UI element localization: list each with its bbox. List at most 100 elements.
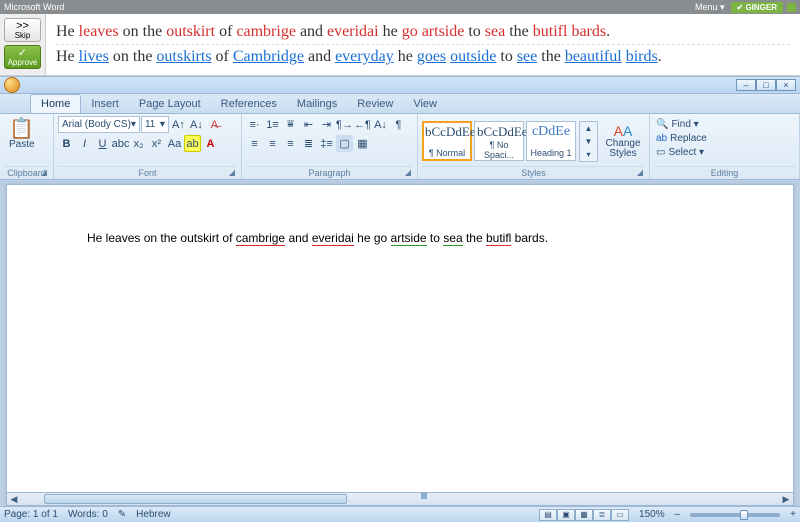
highlight-icon[interactable]: ab (184, 135, 201, 152)
suggestion-word[interactable]: Cambridge (233, 48, 304, 65)
tab-view[interactable]: View (403, 95, 447, 113)
style--no-spaci-[interactable]: bCcDdEe¶ No Spaci... (474, 121, 524, 161)
decrease-indent-icon[interactable]: ⇤ (300, 116, 317, 133)
skip-button[interactable]: >> Skip (4, 18, 41, 42)
office-button[interactable] (4, 77, 20, 93)
web-layout-view-icon[interactable]: ▦ (575, 509, 593, 521)
replace-button[interactable]: ab Replace (654, 132, 709, 145)
document-page[interactable]: He leaves on the outskirt of cambrige an… (6, 184, 794, 506)
zoom-in-icon[interactable]: + (790, 509, 796, 520)
strike-icon[interactable]: abc (112, 135, 129, 152)
text-run[interactable]: to (427, 231, 444, 245)
font-size-select[interactable]: 11▾ (141, 116, 169, 133)
sort-icon[interactable]: A↓ (372, 116, 389, 133)
change-case-icon[interactable]: Aa (166, 135, 183, 152)
misspelled-word[interactable]: artside (391, 231, 427, 246)
misspelled-word[interactable]: everidai (312, 231, 354, 246)
rtl-icon[interactable]: ←¶ (354, 116, 371, 133)
restore-button[interactable]: □ (756, 79, 776, 91)
text-run[interactable]: and (285, 231, 312, 245)
suggestion-word[interactable]: see (517, 48, 537, 65)
status-page[interactable]: Page: 1 of 1 (4, 509, 58, 520)
scroll-thumb[interactable] (44, 494, 347, 504)
numbering-icon[interactable]: 1≡ (264, 116, 281, 133)
full-screen-view-icon[interactable]: ▣ (557, 509, 575, 521)
line-spacing-icon[interactable]: ‡≡ (318, 135, 335, 152)
tab-page-layout[interactable]: Page Layout (129, 95, 211, 113)
document-body-text[interactable]: He leaves on the outskirt of cambrige an… (87, 229, 733, 247)
bullets-icon[interactable]: ≡· (246, 116, 263, 133)
find-button[interactable]: 🔍 Find ▾ (654, 118, 701, 131)
italic-icon[interactable]: I (76, 135, 93, 152)
select-button[interactable]: ▭ Select ▾ (654, 146, 706, 159)
increase-indent-icon[interactable]: ⇥ (318, 116, 335, 133)
outline-view-icon[interactable]: ≣ (593, 509, 611, 521)
tab-mailings[interactable]: Mailings (287, 95, 347, 113)
shrink-font-icon[interactable]: A↓ (188, 116, 205, 133)
text-run[interactable]: bards. (511, 231, 548, 245)
ginger-window-icon[interactable] (787, 3, 796, 12)
tab-insert[interactable]: Insert (81, 95, 129, 113)
style-heading-1[interactable]: cDdEeHeading 1 (526, 121, 576, 161)
text-run[interactable]: the (463, 231, 486, 245)
suggestion-word[interactable]: birds (626, 48, 658, 65)
styles-scroll-up-icon[interactable]: ▲ (580, 122, 597, 135)
misspelled-word[interactable]: sea (443, 231, 462, 246)
proofing-icon[interactable]: ✎ (118, 509, 126, 520)
font-color-icon[interactable]: A (202, 135, 219, 152)
misspelled-word[interactable]: cambrige (236, 231, 285, 246)
horizontal-scrollbar[interactable]: ◀ ▶ (6, 492, 794, 506)
suggestion-word[interactable]: outside (450, 48, 496, 65)
styles-launcher-icon[interactable]: ◢ (637, 168, 643, 177)
multilevel-icon[interactable]: ⩸ (282, 116, 299, 133)
zoom-slider-knob[interactable] (740, 510, 748, 520)
paste-button[interactable]: 📋 Paste (4, 116, 40, 153)
styles-scroll-down-icon[interactable]: ▼ (580, 135, 597, 148)
ltr-icon[interactable]: ¶→ (336, 116, 353, 133)
zoom-level[interactable]: 150% (639, 509, 665, 520)
status-language[interactable]: Hebrew (136, 509, 170, 520)
justify-icon[interactable]: ≣ (300, 135, 317, 152)
scroll-right-icon[interactable]: ▶ (779, 494, 793, 505)
paragraph-launcher-icon[interactable]: ◢ (405, 168, 411, 177)
clear-formatting-icon[interactable]: A̶ (206, 116, 223, 133)
scroll-left-icon[interactable]: ◀ (7, 494, 21, 505)
superscript-icon[interactable]: x² (148, 135, 165, 152)
minimize-button[interactable]: – (736, 79, 756, 91)
suggestion-word[interactable]: everyday (335, 48, 394, 65)
font-family-select[interactable]: Arial (Body CS)▾ (58, 116, 140, 133)
ginger-menu[interactable]: Menu ▾ (695, 2, 725, 13)
status-words[interactable]: Words: 0 (68, 509, 108, 520)
draft-view-icon[interactable]: ▭ (611, 509, 629, 521)
zoom-slider[interactable] (690, 513, 780, 517)
tab-home[interactable]: Home (30, 94, 81, 113)
clipboard-launcher-icon[interactable]: ◢ (41, 168, 47, 177)
borders-icon[interactable]: ▦ (354, 135, 371, 152)
change-styles-button[interactable]: AA Change Styles (601, 121, 645, 161)
suggestion-word[interactable]: outskirts (156, 48, 211, 65)
align-right-icon[interactable]: ≡ (282, 135, 299, 152)
grow-font-icon[interactable]: A↑ (170, 116, 187, 133)
align-left-icon[interactable]: ≡ (246, 135, 263, 152)
subscript-icon[interactable]: x₂ (130, 135, 147, 152)
font-launcher-icon[interactable]: ◢ (229, 168, 235, 177)
styles-expand-icon[interactable]: ▾ (580, 148, 597, 161)
zoom-out-icon[interactable]: – (675, 509, 681, 520)
scroll-track[interactable] (21, 493, 779, 505)
suggestion-word[interactable]: beautiful (565, 48, 622, 65)
tab-review[interactable]: Review (347, 95, 403, 113)
styles-gallery[interactable]: bCcDdEe¶ NormalbCcDdEe¶ No Spaci...cDdEe… (422, 121, 576, 161)
text-run[interactable]: he go (354, 231, 391, 245)
tab-references[interactable]: References (211, 95, 287, 113)
bold-icon[interactable]: B (58, 135, 75, 152)
show-marks-icon[interactable]: ¶ (390, 116, 407, 133)
suggested-sentence[interactable]: He lives on the outskirts of Cambridge a… (56, 44, 790, 69)
misspelled-word[interactable]: butifl (486, 231, 511, 246)
approve-button[interactable]: ✓ Approve (4, 45, 41, 69)
underline-icon[interactable]: U (94, 135, 111, 152)
suggestion-word[interactable]: goes (417, 48, 446, 65)
shading-icon[interactable]: ▢ (336, 135, 353, 152)
close-button[interactable]: × (776, 79, 796, 91)
align-center-icon[interactable]: ≡ (264, 135, 281, 152)
print-layout-view-icon[interactable]: ▤ (539, 509, 557, 521)
